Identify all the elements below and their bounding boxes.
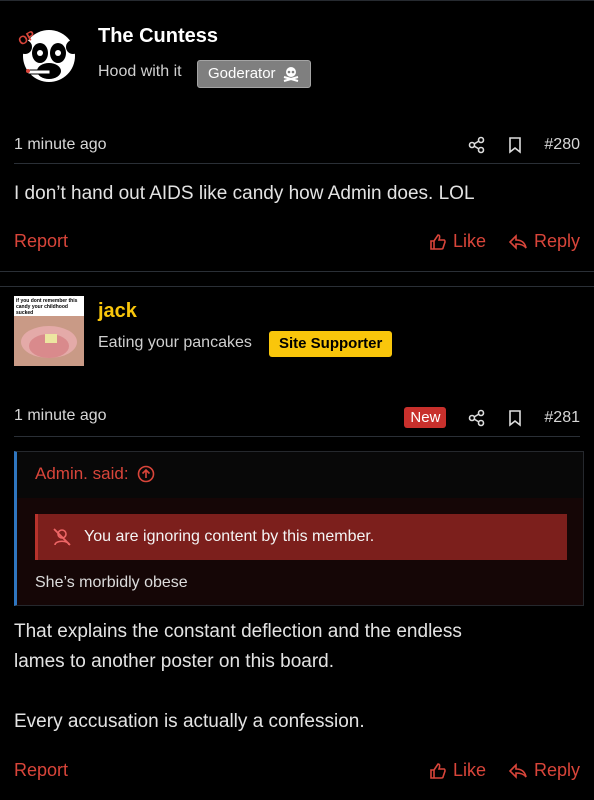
username[interactable]: The Cuntess [98, 25, 218, 48]
new-badge: New [404, 407, 447, 428]
reply-arrow-icon [508, 233, 527, 250]
reply-label: Reply [533, 231, 580, 251]
body-line: lames to another poster on this board. [14, 651, 335, 672]
ignore-text: You are ignoring content by this member. [84, 528, 375, 545]
quote-block: Admin. said: You are ignoring content by… [14, 451, 584, 606]
reply-arrow-icon [508, 762, 527, 779]
jump-up-arrow-icon[interactable] [137, 465, 155, 483]
post-body: That explains the constant deflection an… [14, 617, 574, 737]
share-icon[interactable] [468, 409, 486, 427]
report-link[interactable]: Report [14, 760, 68, 781]
user-title: Eating your pancakes [98, 334, 252, 351]
like-label: Like [452, 231, 486, 251]
like-label: Like [452, 760, 486, 780]
goderator-badge: Goderator [197, 60, 311, 88]
user-avatar-jack[interactable]: if you dont remember this candy your chi… [14, 296, 84, 366]
bookmark-icon[interactable] [508, 409, 522, 427]
body-gap [14, 677, 574, 707]
thumbs-up-icon [430, 762, 446, 779]
quote-header[interactable]: Admin. said: [35, 464, 155, 484]
post-number[interactable]: #281 [544, 409, 580, 427]
like-button[interactable]: Like [429, 231, 486, 252]
body-line: Every accusation is actually a confessio… [14, 711, 365, 732]
reply-label: Reply [533, 760, 580, 780]
skull-crossbones-icon [283, 67, 298, 82]
post-280: OP The Cuntess Hood with it Goderator 1 … [0, 5, 594, 271]
site-supporter-badge: Site Supporter [269, 331, 393, 357]
muted-user-icon [53, 528, 71, 546]
quote-author: Admin. said: [35, 464, 129, 483]
username[interactable]: jack [98, 300, 137, 323]
bookmark-icon[interactable] [508, 136, 522, 154]
avatar-caption: if you dont remember this candy your chi… [16, 298, 78, 316]
share-icon[interactable] [468, 136, 486, 154]
report-link[interactable]: Report [14, 231, 68, 252]
post-meta: 1 minute ago New #281 [14, 407, 580, 429]
reply-button[interactable]: Reply [508, 760, 580, 781]
thumbs-up-icon [430, 233, 446, 250]
badge-label: Goderator [208, 65, 276, 82]
meta-divider [14, 163, 580, 164]
post-time[interactable]: 1 minute ago [14, 136, 107, 154]
meta-divider [14, 436, 580, 437]
post-time[interactable]: 1 minute ago [14, 407, 107, 425]
like-button[interactable]: Like [429, 760, 486, 781]
tongue-candy-icon [14, 316, 84, 366]
post-meta: 1 minute ago #280 [14, 136, 580, 158]
quote-text: She’s morbidly obese [35, 574, 188, 591]
body-line: That explains the constant deflection an… [14, 621, 462, 642]
user-title: Hood with it [98, 63, 182, 80]
quote-body: You are ignoring content by this member.… [17, 498, 583, 605]
reply-button[interactable]: Reply [508, 231, 580, 252]
post-body: I don’t hand out AIDS like candy how Adm… [14, 183, 475, 204]
ignore-notice: You are ignoring content by this member. [35, 514, 567, 560]
post-number[interactable]: #280 [544, 136, 580, 154]
